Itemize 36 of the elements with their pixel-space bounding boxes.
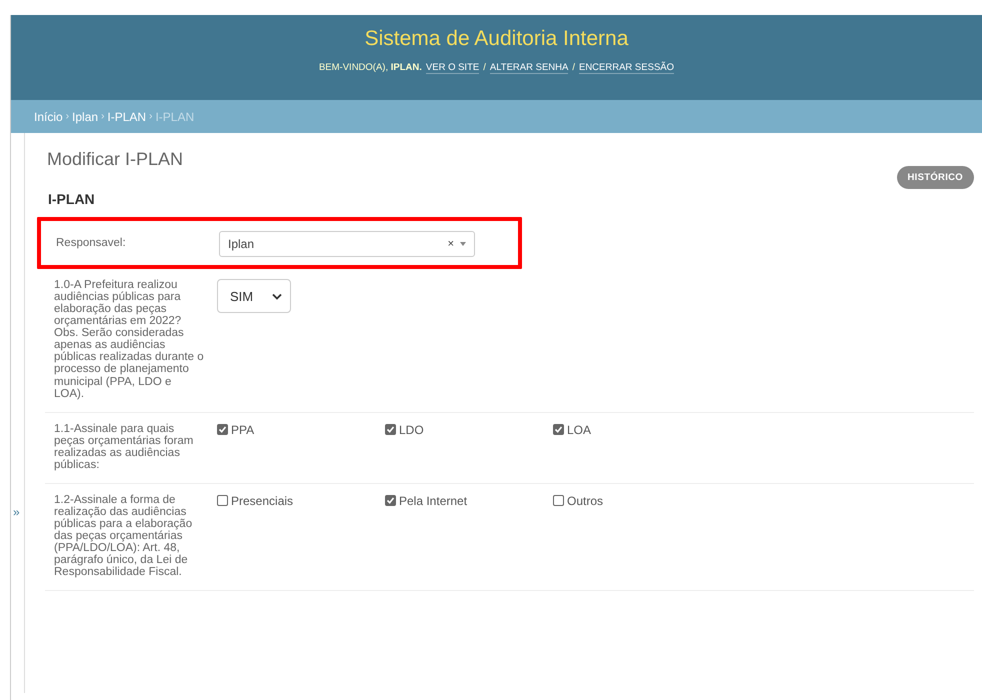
caret-icon [460, 242, 466, 246]
checkbox-label: PPA [231, 422, 254, 437]
chevron-icon [272, 292, 282, 300]
history-button[interactable]: HISTÓRICO [896, 166, 974, 189]
checkbox-label: LDO [399, 422, 424, 437]
breadcrumb-current: I-PLAN [155, 110, 194, 124]
page-title: Modificar I-PLAN [47, 149, 184, 170]
header-link[interactable]: ENCERRAR SESSÃO [578, 62, 674, 74]
checkbox[interactable] [385, 424, 396, 436]
separator-text: / [572, 62, 575, 73]
breadcrumb-separator: › [66, 111, 70, 122]
select-field[interactable]: Iplan × [219, 231, 475, 257]
checkbox[interactable] [553, 495, 564, 506]
fieldset-title: I-PLAN [48, 191, 96, 207]
checkbox-label: Presenciais [231, 494, 294, 508]
field-label: Responsavel: [56, 236, 127, 251]
clear-icon[interactable]: × [448, 238, 454, 250]
breadcrumb-separator: › [101, 111, 104, 122]
checkbox[interactable] [217, 495, 228, 506]
field-label: 1.1-Assinale para quais peças orçamentárias foram realizadas as audiências públicas: [54, 422, 194, 471]
field-label: 1.0-A Prefeitura realizou audiências públicas para elaboração das peças orçamentárias em 2022? Obs. Serão consideradas apenas as audiências públicas realizadas durante o processo de planejamento municipal (PPA, LDO e LOA). [54, 279, 205, 400]
checkbox[interactable] [217, 424, 228, 436]
checkbox-label: LOA [567, 422, 592, 437]
welcome-text: BEM-VINDO(A), IPLAN. [318, 62, 422, 73]
header-link[interactable]: VER O SITE [426, 62, 480, 74]
select-field[interactable]: SIM [217, 279, 291, 313]
breadcrumb-separator: › [149, 111, 152, 122]
site-title: Sistema de Auditoria Interna [364, 27, 628, 51]
checkbox-label: Pela Internet [399, 494, 468, 508]
checkbox-label: Outros [567, 494, 604, 508]
sidebar-toggle[interactable]: » [11, 506, 20, 518]
checkbox[interactable] [385, 495, 396, 506]
field-label: 1.2-Assinale a forma de realização das audiências públicas para a elaboração das peças orçamentárias (PPA/LDO/LOA): Art. 48, parágrafo único, da Lei de Responsabilidade Fiscal. [54, 494, 194, 578]
separator-text: / [483, 62, 486, 73]
header-link[interactable]: ALTERAR SENHA [490, 62, 568, 74]
checkbox[interactable] [553, 424, 564, 436]
